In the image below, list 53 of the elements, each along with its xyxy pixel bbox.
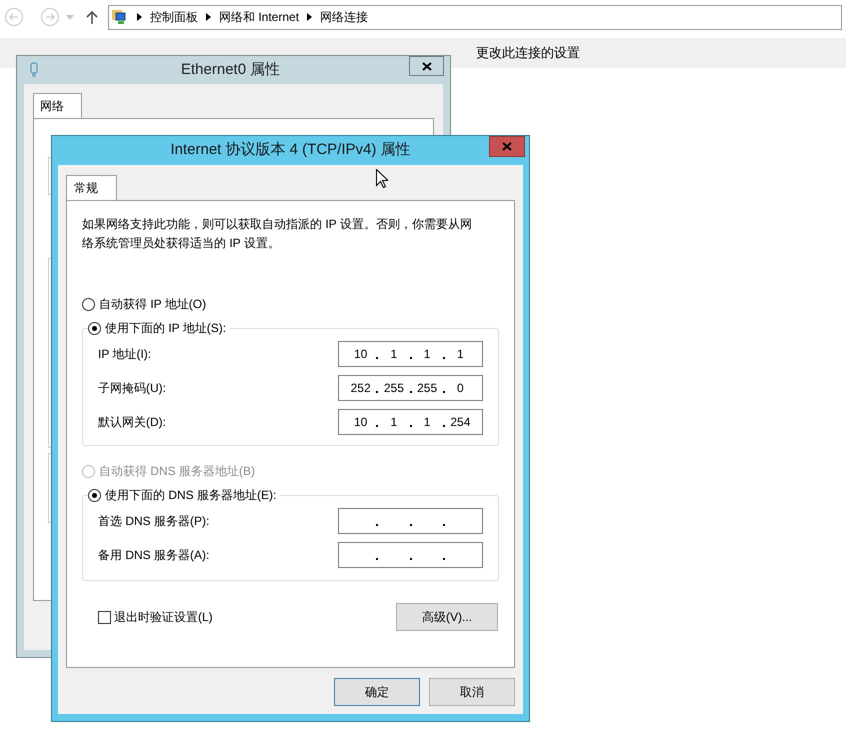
ip-address-field[interactable]: 252 255 255 0 bbox=[338, 375, 483, 401]
chevron-icon bbox=[137, 13, 142, 21]
octet-value: 10 bbox=[354, 414, 368, 431]
breadcrumb[interactable]: 控制面板 bbox=[150, 8, 198, 26]
breadcrumb[interactable]: 网络和 Internet bbox=[219, 8, 300, 26]
close-icon bbox=[502, 142, 512, 151]
field-label: 首选 DNS 服务器(P): bbox=[98, 513, 210, 530]
window-title: Internet 协议版本 4 (TCP/IPv4) 属性 bbox=[170, 140, 411, 160]
ip-address-field[interactable]: 10 1 1 254 bbox=[338, 409, 483, 435]
up-arrow-icon[interactable] bbox=[86, 10, 98, 24]
ip-address-field[interactable]: 10 1 1 1 bbox=[338, 341, 483, 367]
address-bar[interactable]: 控制面板 网络和 Internet 网络连接 bbox=[108, 4, 842, 30]
checkbox-label: 退出时验证设置(L) bbox=[114, 609, 213, 626]
octet-value: 252 bbox=[350, 380, 371, 397]
close-icon bbox=[422, 62, 432, 70]
advanced-button[interactable]: 高级(V)... bbox=[396, 603, 498, 631]
radio-label: 自动获得 DNS 服务器地址(B) bbox=[99, 463, 255, 480]
mouse-pointer-icon bbox=[376, 169, 388, 188]
field-label: 备用 DNS 服务器(A): bbox=[98, 547, 210, 564]
description-text: 如果网络支持此功能，则可以获取自动指派的 IP 设置。否则，你需要从网络系统管理员处获得适当的 IP 设置。 bbox=[82, 216, 473, 252]
checkbox[interactable] bbox=[98, 610, 111, 624]
dialog-button[interactable]: 取消 bbox=[429, 678, 515, 706]
close-button[interactable] bbox=[409, 56, 444, 76]
octet-value: 1 bbox=[424, 414, 430, 431]
ip-address-field[interactable] bbox=[338, 542, 483, 568]
chevron-icon bbox=[206, 13, 211, 21]
octet-value: 0 bbox=[457, 380, 464, 397]
tab[interactable]: 常规 bbox=[66, 175, 117, 200]
radio-button[interactable] bbox=[82, 298, 95, 310]
octet-value: 1 bbox=[390, 346, 398, 363]
field-label: 默认网关(D): bbox=[98, 414, 166, 431]
octet-value: 254 bbox=[450, 414, 470, 431]
network-adapter-icon bbox=[29, 62, 39, 78]
radio-button[interactable] bbox=[88, 488, 101, 502]
field-label: IP 地址(I): bbox=[98, 346, 152, 363]
radio-label: 使用下面的 IP 地址(S): bbox=[105, 320, 226, 337]
radio-label: 自动获得 IP 地址(O) bbox=[99, 296, 206, 313]
octet-value: 1 bbox=[390, 414, 398, 431]
chevron-icon bbox=[307, 13, 312, 21]
octet-value: 10 bbox=[354, 346, 368, 363]
window-title: Ethernet0 属性 bbox=[181, 60, 280, 80]
octet-value: 255 bbox=[417, 380, 438, 397]
dialog-button[interactable]: 确定 bbox=[334, 678, 420, 706]
radio-label: 使用下面的 DNS 服务器地址(E): bbox=[105, 487, 276, 504]
radio-button[interactable] bbox=[88, 322, 101, 334]
breadcrumb[interactable]: 网络连接 bbox=[320, 8, 368, 26]
tab[interactable]: 网络 bbox=[33, 93, 82, 118]
ip-address-field[interactable] bbox=[338, 508, 483, 534]
toolbar-command[interactable]: 更改此连接的设置 bbox=[476, 43, 580, 63]
field-label: 子网掩码(U): bbox=[98, 380, 166, 397]
octet-value: 1 bbox=[424, 346, 430, 363]
octet-value: 255 bbox=[384, 380, 404, 397]
octet-value: 1 bbox=[457, 346, 464, 363]
